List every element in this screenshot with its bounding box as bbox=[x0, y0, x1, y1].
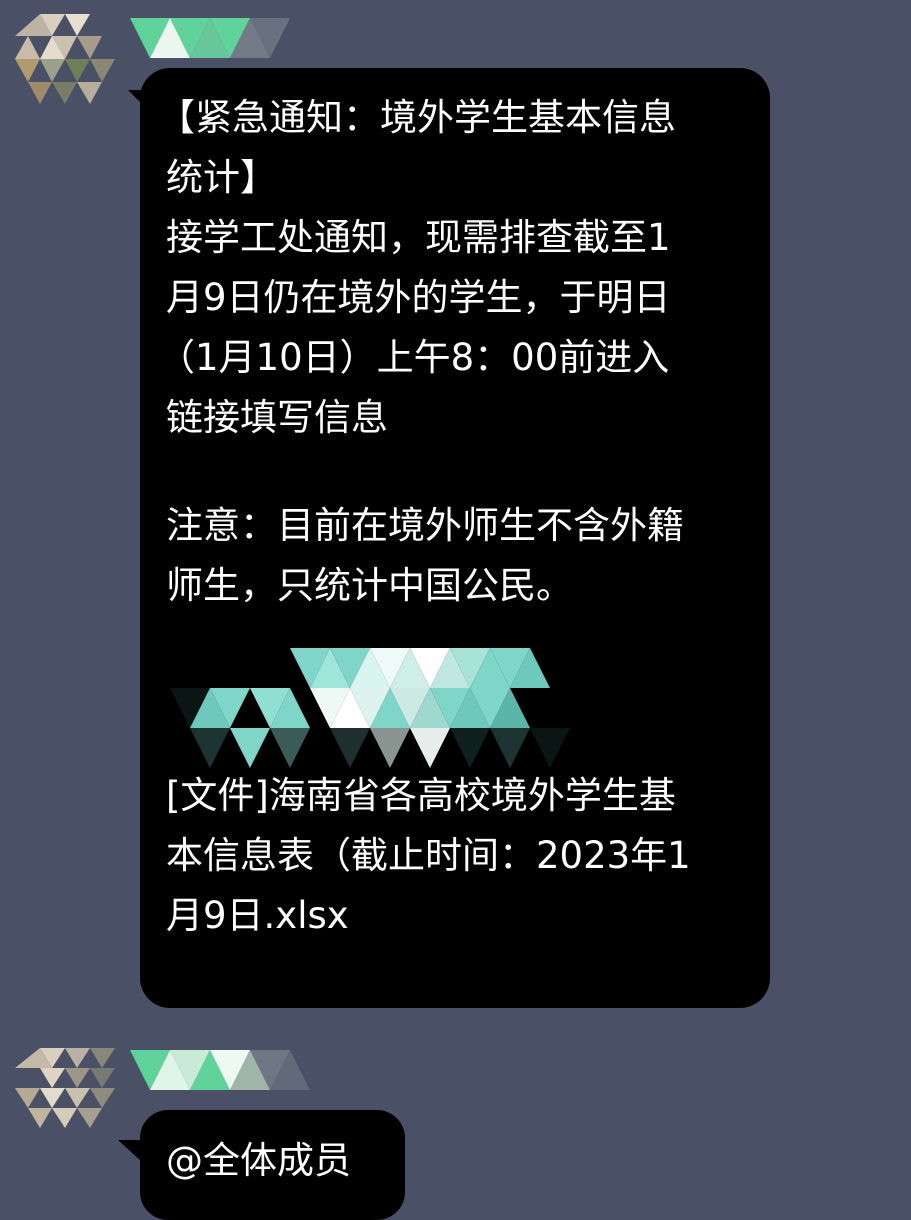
message-line: 师生，只统计中国公民。 bbox=[166, 564, 573, 607]
bubble-tail bbox=[118, 1140, 142, 1162]
mention-text: @全体成员 bbox=[166, 1139, 351, 1182]
message-line: 链接填写信息 bbox=[166, 396, 388, 439]
message-line: 接学工处通知，现需排查截至1 bbox=[166, 216, 671, 259]
message-line: 统计】 bbox=[166, 156, 277, 199]
message-line: 月9日仍在境外的学生，于明日 bbox=[166, 276, 671, 319]
sender-avatar[interactable] bbox=[10, 14, 120, 104]
file-line: [文件]海南省各高校境外学生基 bbox=[166, 774, 676, 817]
message-bubble[interactable]: @全体成员 bbox=[140, 1110, 405, 1220]
sender-avatar[interactable] bbox=[10, 1048, 120, 1128]
sender-name-redacted bbox=[130, 1050, 315, 1090]
message-line: （1月10日）上午8：00前进入 bbox=[158, 336, 670, 379]
sender-name-redacted bbox=[130, 18, 290, 58]
message-line: 注意：目前在境外师生不含外籍 bbox=[166, 504, 684, 547]
file-line: 本信息表（截止时间：2023年1 bbox=[166, 834, 691, 877]
message-bubble[interactable]: 【紧急通知：境外学生基本信息 统计】 接学工处通知，现需排查截至1 月9日仍在境… bbox=[140, 68, 770, 1008]
redacted-link[interactable] bbox=[170, 628, 590, 768]
message-line: 【紧急通知：境外学生基本信息 bbox=[158, 96, 676, 139]
file-line: 月9日.xlsx bbox=[166, 894, 349, 937]
